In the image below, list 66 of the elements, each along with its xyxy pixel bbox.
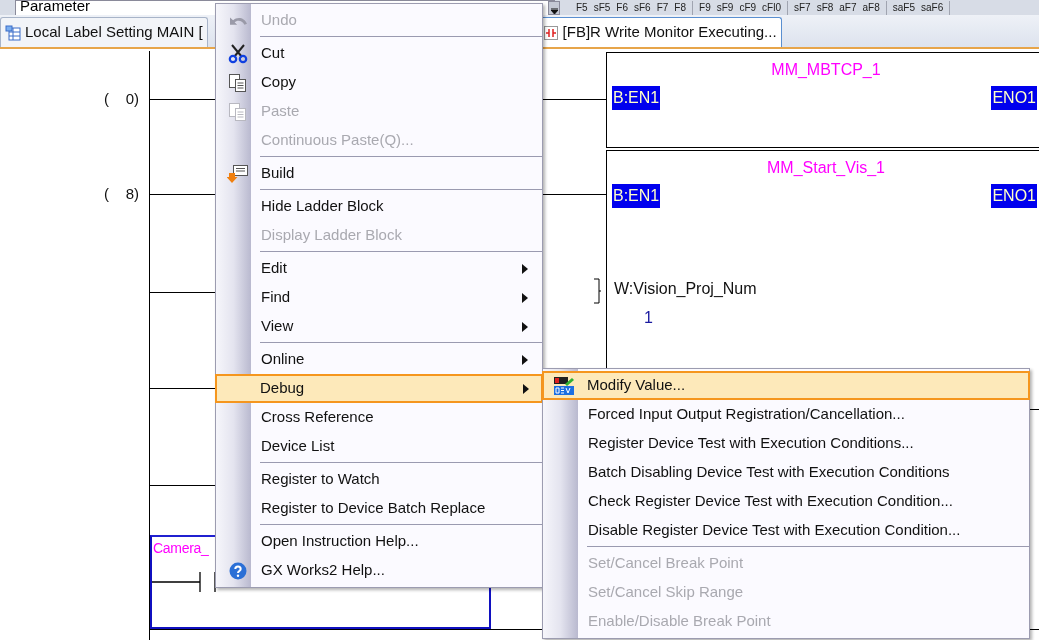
menu-item[interactable]: Register to Watch: [216, 465, 542, 494]
function-key-button[interactable]: F8: [671, 0, 690, 15]
undo-icon: [229, 16, 247, 25]
scissors-icon: [228, 43, 248, 64]
function-key-button[interactable]: sF6: [631, 0, 654, 15]
menu-item[interactable]: Cross Reference: [216, 403, 542, 432]
dropdown-button[interactable]: [548, 1, 560, 15]
menu-item[interactable]: Edit: [216, 254, 542, 283]
block-title: MM_MBTCP_1: [770, 60, 882, 80]
tab-label: Local Label Setting MAIN [: [25, 22, 203, 43]
function-key-button[interactable]: F5: [573, 0, 591, 15]
menu-item[interactable]: View: [216, 312, 542, 341]
menu-item[interactable]: Device List: [216, 432, 542, 461]
paste-icon: [228, 101, 248, 122]
menu-item[interactable]: Copy: [216, 68, 542, 97]
function-key-button[interactable]: sF5: [590, 0, 614, 15]
input-pin: B:EN1: [612, 86, 661, 110]
copy-icon: [228, 72, 248, 93]
menu-item[interactable]: Build: [216, 159, 542, 188]
submenu-arrow-icon: [523, 383, 529, 394]
function-key-button[interactable]: aF7: [836, 0, 860, 15]
menu-item[interactable]: GX Works2 Help...: [216, 556, 542, 585]
menu-item[interactable]: Forced Input Output Registration/Cancellation...: [543, 400, 1029, 429]
function-key-button[interactable]: sF7: [790, 0, 814, 15]
contact-label: Camera_: [153, 539, 209, 558]
operand-value: 1: [644, 308, 653, 328]
menu-item[interactable]: Open Instruction Help...: [216, 527, 542, 556]
step-number: ( 0): [104, 89, 139, 109]
function-key-button[interactable]: saF6: [918, 0, 947, 15]
function-key-button[interactable]: sF8: [813, 0, 837, 15]
menu-item[interactable]: Register Device Test with Execution Conditions...: [543, 429, 1029, 458]
menu-item[interactable]: Batch Disabling Device Test with Execution Conditions: [543, 458, 1029, 487]
menu-item[interactable]: Check Register Device Test with Execution Condition...: [543, 487, 1029, 516]
contact-symbol: [152, 570, 216, 594]
function-key-button[interactable]: F6: [613, 0, 631, 15]
menu-item[interactable]: Hide Ladder Block: [216, 192, 542, 221]
submenu-arrow-icon: [522, 263, 528, 274]
output-pin: ENO1: [991, 86, 1037, 110]
submenu-arrow-icon: [522, 292, 528, 303]
caret-icon: [550, 8, 558, 14]
table-icon: [5, 24, 21, 41]
output-pin: ENO1: [991, 184, 1037, 208]
function-key-button[interactable]: saF5: [889, 0, 918, 15]
tab-label: [FB]R Write Monitor Executing...: [562, 22, 777, 43]
function-key-button[interactable]: F9: [696, 0, 714, 15]
build-icon: [227, 163, 249, 184]
bracket-icon: [593, 278, 601, 304]
help-icon: [229, 561, 247, 580]
menu-item[interactable]: Online: [216, 345, 542, 374]
function-key-button[interactable]: F7: [653, 0, 672, 15]
block-title: MM_Start_Vis_1: [766, 158, 886, 178]
function-key-button[interactable]: cF9: [736, 0, 760, 15]
submenu-arrow-icon: [522, 321, 528, 332]
menu-item[interactable]: Disable Register Device Test with Execution Condition...: [543, 516, 1029, 545]
document-tab[interactable]: Local Label Setting MAIN [: [0, 17, 208, 47]
input-pin: B:EN1: [612, 184, 661, 208]
menu-item[interactable]: Register to Device Batch Replace: [216, 494, 542, 523]
function-key-button[interactable]: cFl0: [759, 0, 784, 15]
step-number: ( 8): [104, 184, 139, 204]
menu-item[interactable]: Debug: [215, 374, 543, 403]
menu-item[interactable]: Modify Value...: [542, 371, 1030, 400]
submenu-arrow-icon: [522, 354, 528, 365]
function-key-button[interactable]: sF9: [713, 0, 737, 15]
device-value-icon: [553, 375, 575, 396]
function-key-button[interactable]: aF8: [859, 0, 883, 15]
menu-item[interactable]: Find: [216, 283, 542, 312]
